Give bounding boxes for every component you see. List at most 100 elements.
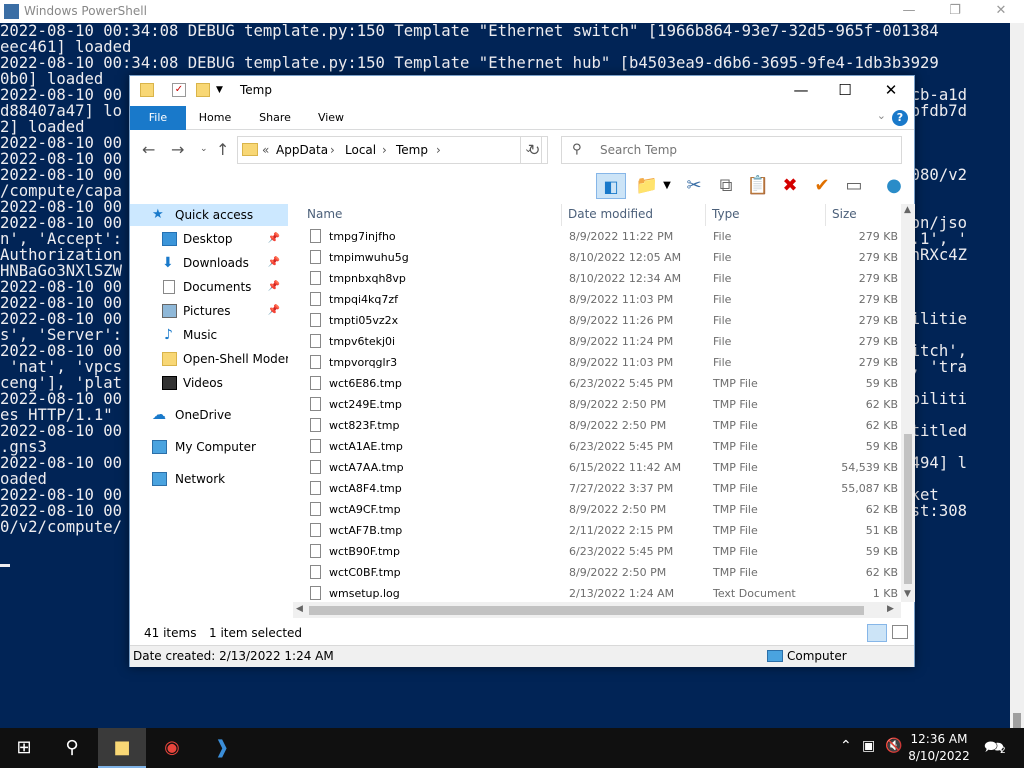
cut-icon[interactable]: ✂ <box>681 173 707 199</box>
properties-icon[interactable]: ✓ <box>172 83 186 97</box>
chrome-taskbar-icon[interactable]: ◉ <box>148 728 196 768</box>
breadcrumb-separator-icon[interactable]: › <box>436 143 441 157</box>
file-row[interactable]: tmpv6tekj0i 8/9/2022 11:24 PM File 279 KB <box>293 331 898 352</box>
pin-icon[interactable]: 📌 <box>268 252 280 274</box>
powershell-scrollbar[interactable] <box>1010 23 1024 731</box>
explorer-minimize-button[interactable]: — <box>778 76 824 106</box>
forward-icon[interactable]: → <box>171 140 184 159</box>
back-icon[interactable]: ← <box>142 140 155 159</box>
help-icon[interactable]: ? <box>892 110 908 126</box>
powershell-close-button[interactable]: ✕ <box>978 0 1024 23</box>
breadcrumb-separator-icon[interactable]: › <box>382 143 387 157</box>
column-separator[interactable] <box>561 204 562 226</box>
powershell-maximize-button[interactable]: ❐ <box>932 0 978 23</box>
file-row[interactable]: wctAF7B.tmp 2/11/2022 2:15 PM TMP File 51 K… <box>293 520 898 541</box>
tab-view[interactable]: View <box>308 106 354 130</box>
file-row[interactable]: tmpvorqglr3 8/9/2022 11:03 PM File 279 KB <box>293 352 898 373</box>
file-list-horizontal-scrollbar[interactable]: ◀ ▶ <box>293 602 901 618</box>
clock-time[interactable]: 12:36 AM <box>905 732 973 746</box>
breadcrumb-appdata[interactable]: AppData <box>276 143 328 157</box>
scroll-down-icon[interactable]: ▼ <box>904 589 911 599</box>
pin-icon[interactable]: 📌 <box>268 228 280 250</box>
file-row[interactable]: wctA1AE.tmp 6/23/2022 5:45 PM TMP File 59 K… <box>293 436 898 457</box>
expand-ribbon-icon[interactable]: ⌄ <box>877 109 886 122</box>
file-row[interactable]: tmpqi4kq7zf 8/9/2022 11:03 PM File 279 KB <box>293 289 898 310</box>
search-icon[interactable]: ⚲ <box>48 728 96 768</box>
pin-icon[interactable]: 📌 <box>268 276 280 298</box>
file-row[interactable]: tmpti05vz2x 8/9/2022 11:26 PM File 279 KB <box>293 310 898 331</box>
new-dropdown-icon[interactable]: ▼ <box>660 173 674 199</box>
file-row[interactable]: wctB90F.tmp 6/23/2022 5:45 PM TMP File 59 K… <box>293 541 898 562</box>
scroll-left-icon[interactable]: ◀ <box>296 604 303 614</box>
file-row[interactable]: tmpg7injfho 8/9/2022 11:22 PM File 279 KB <box>293 226 898 247</box>
breadcrumb-temp[interactable]: Temp <box>396 143 428 157</box>
tab-home[interactable]: Home <box>192 106 238 130</box>
large-icons-view-icon[interactable] <box>892 625 908 639</box>
column-header-date[interactable]: Date modified <box>568 207 653 221</box>
explorer-close-button[interactable]: ✕ <box>868 76 914 106</box>
new-folder-icon[interactable] <box>196 83 210 97</box>
nav-item-documents[interactable]: Documents 📌 <box>130 276 288 298</box>
file-row[interactable]: wmsetup.log 2/13/2022 1:24 AM Text Documen… <box>293 583 898 604</box>
search-input[interactable] <box>600 137 890 163</box>
address-bar[interactable]: « AppData › Local › Temp › ⌄ <box>237 136 542 164</box>
nav-item-desktop[interactable]: Desktop 📌 <box>130 228 288 250</box>
pin-icon[interactable]: 📌 <box>268 300 280 322</box>
preview-pane-icon[interactable]: ◧ <box>596 173 626 199</box>
file-row[interactable]: wctA9CF.tmp 8/9/2022 2:50 PM TMP File 62 KB <box>293 499 898 520</box>
refresh-button[interactable]: ↻ <box>520 136 548 164</box>
horizontal-scrollbar-thumb[interactable] <box>309 606 864 615</box>
column-separator[interactable] <box>705 204 706 226</box>
up-icon[interactable]: ↑ <box>216 140 229 159</box>
file-row[interactable]: wct249E.tmp 8/9/2022 2:50 PM TMP File 62 KB <box>293 394 898 415</box>
recent-locations-icon[interactable]: ⌄ <box>200 144 208 154</box>
file-row[interactable]: wctA8F4.tmp 7/27/2022 3:37 PM TMP File 55,0… <box>293 478 898 499</box>
file-row[interactable]: wct823F.tmp 8/9/2022 2:50 PM TMP File 62 KB <box>293 415 898 436</box>
nav-item-onedrive[interactable]: ☁ OneDrive <box>130 404 288 426</box>
explorer-titlebar[interactable]: ✓ ▼ Temp — ☐ ✕ <box>130 76 914 106</box>
file-list[interactable]: ⌃ Name Date modified Type Size tmpg7injf… <box>293 204 913 604</box>
breadcrumb-local[interactable]: Local <box>345 143 376 157</box>
vertical-scrollbar-thumb[interactable] <box>904 434 912 584</box>
powershell-minimize-button[interactable]: — <box>886 0 932 23</box>
nav-item-videos[interactable]: Videos <box>130 372 288 394</box>
file-row[interactable]: wct6E86.tmp 6/23/2022 5:45 PM TMP File 59 K… <box>293 373 898 394</box>
search-box[interactable]: ⚲ <box>561 136 902 164</box>
explorer-window[interactable]: ✓ ▼ Temp — ☐ ✕ File Home Share View ⌄ ? … <box>129 75 915 667</box>
explorer-maximize-button[interactable]: ☐ <box>822 76 868 106</box>
powershell-taskbar-icon[interactable]: ❱ <box>198 728 246 768</box>
details-view-icon[interactable] <box>867 624 887 642</box>
properties-icon[interactable]: ▭ <box>841 173 867 199</box>
paste-icon[interactable]: 📋 <box>745 173 771 199</box>
file-row[interactable]: wctC0BF.tmp 8/9/2022 2:50 PM TMP File 62 KB <box>293 562 898 583</box>
clock-date[interactable]: 8/10/2022 <box>905 749 973 763</box>
copy-icon[interactable]: ⧉ <box>713 173 739 199</box>
column-separator[interactable] <box>825 204 826 226</box>
nav-item-pictures[interactable]: Pictures 📌 <box>130 300 288 322</box>
file-list-vertical-scrollbar[interactable]: ▲ ▼ <box>901 204 915 602</box>
customize-qat-icon[interactable]: ▼ <box>216 83 230 97</box>
scroll-up-icon[interactable]: ▲ <box>904 205 911 215</box>
file-row[interactable]: tmpimwuhu5g 8/10/2022 12:05 AM File 279 KB <box>293 247 898 268</box>
powershell-titlebar[interactable]: Windows PowerShell — ❐ ✕ <box>0 0 1024 23</box>
tab-share[interactable]: Share <box>252 106 298 130</box>
nav-item-network[interactable]: Network <box>130 468 288 490</box>
nav-item-quick-access[interactable]: ★ Quick access <box>130 204 288 226</box>
nav-item-downloads[interactable]: ⬇ Downloads 📌 <box>130 252 288 274</box>
delete-icon[interactable]: ✖ <box>777 173 803 199</box>
network-globe-icon[interactable]: ● <box>881 173 907 199</box>
rename-icon[interactable]: ✔ <box>809 173 835 199</box>
volume-muted-icon[interactable]: 🔇 <box>885 738 902 754</box>
column-header-type[interactable]: Type <box>712 207 740 221</box>
file-row[interactable]: wctA7AA.tmp 6/15/2022 11:42 AM TMP File 54,… <box>293 457 898 478</box>
column-header-size[interactable]: Size <box>832 207 857 221</box>
network-tray-icon[interactable]: ▣ <box>862 738 875 754</box>
windows-start-icon[interactable]: ⊞ <box>0 728 48 768</box>
nav-item-music[interactable]: ♪ Music <box>130 324 288 346</box>
nav-item-my-computer[interactable]: My Computer <box>130 436 288 458</box>
tab-file[interactable]: File <box>130 106 186 130</box>
chevron-up-icon[interactable]: ⌃ <box>840 738 852 754</box>
nav-item-open-shell[interactable]: Open-Shell Modern <box>130 348 288 370</box>
breadcrumb-separator-icon[interactable]: › <box>330 143 335 157</box>
breadcrumb-overflow[interactable]: « <box>262 143 269 157</box>
